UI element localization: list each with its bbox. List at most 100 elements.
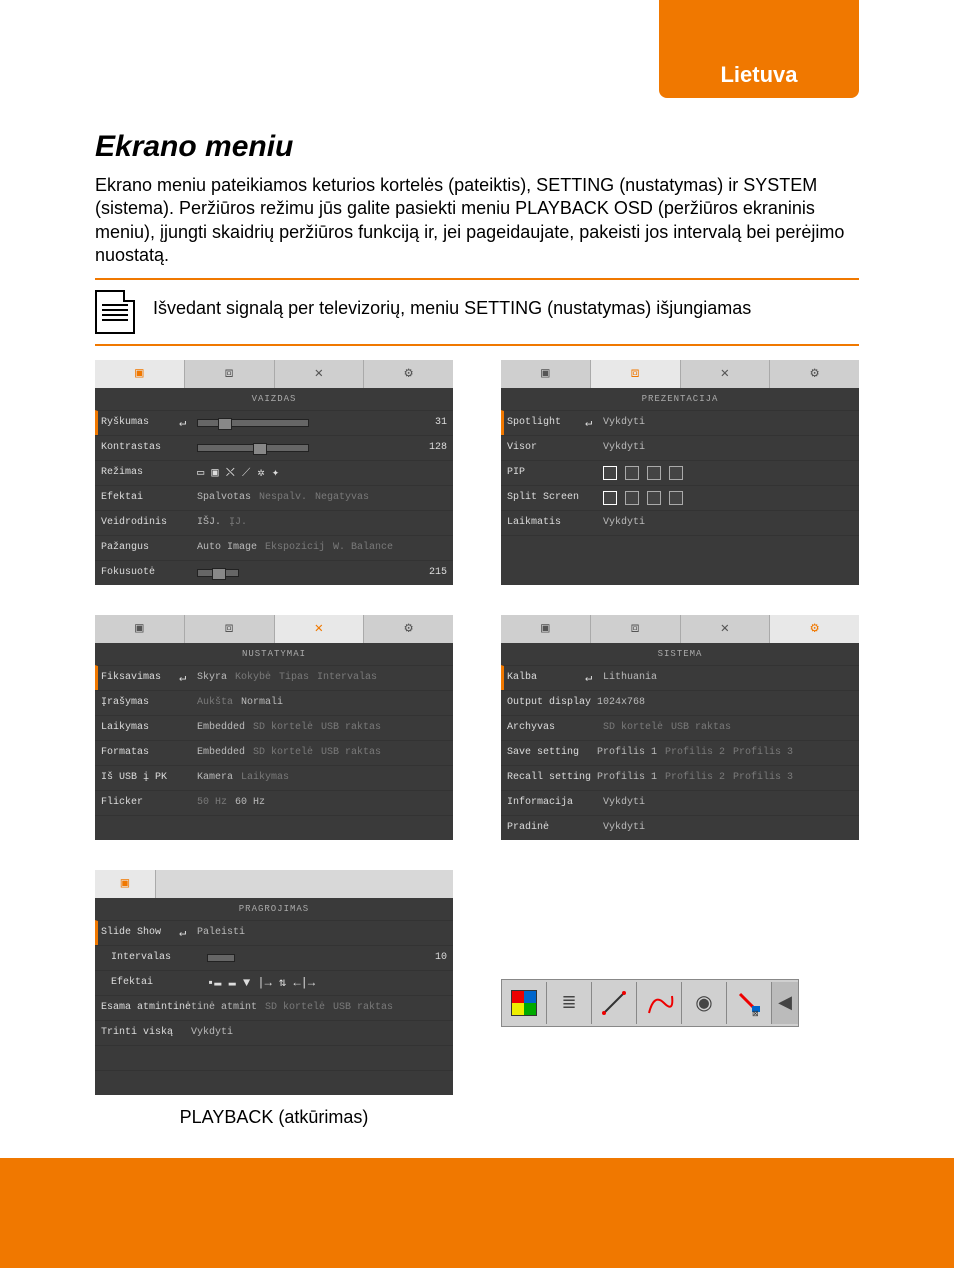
tools-icon: ✕	[315, 365, 323, 382]
tab-settings[interactable]: ✕	[681, 615, 771, 643]
tabbar: ▣ ⧈ ✕ ⚙	[501, 615, 859, 643]
presentation-icon: ⧈	[225, 366, 234, 382]
row-visor[interactable]: VisorVykdyti	[501, 435, 859, 460]
presentation-icon: ⧈	[631, 621, 640, 637]
row-info[interactable]: InformacijaVykdyti	[501, 790, 859, 815]
row-record[interactable]: ĮrašymasAukštaNormali	[95, 690, 453, 715]
tab-playback[interactable]: ▣	[95, 870, 156, 898]
tab-system[interactable]: ⚙	[770, 360, 859, 388]
tab-system[interactable]: ⚙	[364, 360, 453, 388]
row-brightness[interactable]: Ryškumas↵31	[95, 410, 453, 435]
row-slideshow[interactable]: Slide Show↵Paleisti	[95, 920, 453, 945]
tab-system[interactable]: ⚙	[770, 615, 859, 643]
row-effects[interactable]: Efektai▪▬ ▬ ▼ |→ ⇅ ←|→	[95, 970, 453, 995]
panel-pragrojimas: ▣ PRAGROJIMAS Slide Show↵Paleisti Interv…	[95, 870, 453, 1095]
row-mirror[interactable]: VeidrodinisIŠJ.ĮJ.	[95, 510, 453, 535]
tool-eraser[interactable]: ⊠	[727, 982, 772, 1024]
tab-presentation[interactable]: ⧈	[185, 615, 275, 643]
slider[interactable]	[197, 444, 309, 452]
tab-settings[interactable]: ✕	[275, 615, 365, 643]
panel-sistema: ▣ ⧈ ✕ ⚙ SISTEMA Kalba↵Lithuania Output d…	[501, 615, 859, 840]
slider[interactable]	[197, 569, 239, 577]
row-mode[interactable]: Režimas▭ ▣ ⛌ ⟋ ✲ ✦	[95, 460, 453, 485]
row-pip[interactable]: PIP	[501, 460, 859, 485]
tab-title: PRAGROJIMAS	[95, 898, 453, 920]
row-splitscreen[interactable]: Split Screen	[501, 485, 859, 510]
gear-icon: ⚙	[810, 620, 818, 637]
annotation-toolbar: ≣ ◉ ⊠ ◀	[501, 979, 799, 1027]
row-recall-setting[interactable]: Recall settingProfilis 1Profilis 2Profil…	[501, 765, 859, 790]
tab-settings[interactable]: ✕	[275, 360, 365, 388]
tools-icon: ✕	[315, 620, 323, 637]
tab-title: PREZENTACIJA	[501, 388, 859, 410]
transition-icons: ▪▬ ▬ ▼ |→ ⇅ ←|→	[207, 975, 447, 990]
row-contrast[interactable]: Kontrastas128	[95, 435, 453, 460]
tool-curve[interactable]	[637, 982, 682, 1024]
tabbar: ▣ ⧈ ✕ ⚙	[501, 360, 859, 388]
tool-color-grid[interactable]	[502, 982, 547, 1024]
slider[interactable]	[197, 419, 309, 427]
divider	[95, 278, 859, 280]
tab-image[interactable]: ▣	[501, 615, 591, 643]
image-icon: ▣	[135, 620, 143, 637]
tab-blank	[156, 870, 453, 898]
row-archive[interactable]: ArchyvasSD kortelėUSB raktas	[501, 715, 859, 740]
mode-icons: ▭ ▣ ⛌ ⟋ ✲ ✦	[197, 465, 447, 480]
tabbar: ▣ ⧈ ✕ ⚙	[95, 615, 453, 643]
tool-camera[interactable]: ◉	[682, 982, 727, 1024]
list-icon: ≣	[561, 992, 576, 1013]
tab-presentation[interactable]: ⧈	[185, 360, 275, 388]
tab-image[interactable]: ▣	[95, 615, 185, 643]
tab-system[interactable]: ⚙	[364, 615, 453, 643]
slider[interactable]	[207, 954, 235, 962]
row-focus[interactable]: Fokusuotė215	[95, 560, 453, 585]
panel-nustatymai: ▣ ⧈ ✕ ⚙ NUSTATYMAI Fiksavimas↵SkyraKokyb…	[95, 615, 453, 840]
row-flicker[interactable]: Flicker50 Hz60 Hz	[95, 790, 453, 815]
tool-list[interactable]: ≣	[547, 982, 592, 1024]
tab-presentation[interactable]: ⧈	[591, 615, 681, 643]
tab-image[interactable]: ▣	[95, 360, 185, 388]
tool-collapse[interactable]: ◀	[772, 982, 798, 1024]
row-storage[interactable]: LaikymasEmbeddedSD kortelėUSB raktas	[95, 715, 453, 740]
note-text: Išvedant signalą per televizorių, meniu …	[153, 297, 859, 320]
image-icon: ▣	[135, 365, 143, 382]
panel-vaizdas: ▣ ⧈ ✕ ⚙ VAIZDAS Ryškumas↵31 Kontrastas12…	[95, 360, 453, 585]
svg-text:⊠: ⊠	[752, 1009, 759, 1018]
row-output-display[interactable]: Output display1024x768	[501, 690, 859, 715]
camera-icon: ◉	[695, 990, 712, 1015]
row-language[interactable]: Kalba↵Lithuania	[501, 665, 859, 690]
row-interval[interactable]: Intervalas10	[95, 945, 453, 970]
panel-prezentacija: ▣ ⧈ ✕ ⚙ PREZENTACIJA Spotlight↵Vykdyti V…	[501, 360, 859, 585]
tool-line[interactable]	[592, 982, 637, 1024]
presentation-icon: ⧈	[631, 366, 640, 382]
row-current-storage[interactable]: Esama atmintinėtinė atmintSD kortelėUSB …	[95, 995, 453, 1020]
row-effects[interactable]: EfektaiSpalvotasNespalv.Negatyvas	[95, 485, 453, 510]
tab-image[interactable]: ▣	[501, 360, 591, 388]
row-advanced[interactable]: PažangusAuto ImageEkspozicijW. Balance	[95, 535, 453, 560]
line-icon	[599, 988, 629, 1018]
tab-presentation[interactable]: ⧈	[591, 360, 681, 388]
note-document-icon	[95, 290, 135, 334]
panel-caption: PLAYBACK (atkūrimas)	[95, 1107, 453, 1128]
row-spotlight[interactable]: Spotlight↵Vykdyti	[501, 410, 859, 435]
playback-icon: ▣	[121, 875, 129, 892]
row-delete-all[interactable]: Trinti viskąVykdyti	[95, 1020, 453, 1045]
divider	[95, 344, 859, 346]
footer-bar	[0, 1158, 954, 1268]
row-timer[interactable]: LaikmatisVykdyti	[501, 510, 859, 535]
collapse-icon: ◀	[778, 992, 792, 1013]
image-icon: ▣	[541, 620, 549, 637]
row-default[interactable]: PradinėVykdyti	[501, 815, 859, 840]
row-usb-pc[interactable]: Iš USB į PKKameraLaikymas	[95, 765, 453, 790]
gear-icon: ⚙	[810, 365, 818, 382]
presentation-icon: ⧈	[225, 621, 234, 637]
row-save-setting[interactable]: Save settingProfilis 1Profilis 2Profilis…	[501, 740, 859, 765]
row-capture[interactable]: Fiksavimas↵SkyraKokybėTipasIntervalas	[95, 665, 453, 690]
tab-title: VAIZDAS	[95, 388, 453, 410]
tabbar: ▣ ⧈ ✕ ⚙	[95, 360, 453, 388]
color-grid-icon	[511, 990, 537, 1016]
tab-title: SISTEMA	[501, 643, 859, 665]
tab-title: NUSTATYMAI	[95, 643, 453, 665]
tab-settings[interactable]: ✕	[681, 360, 771, 388]
row-format[interactable]: FormatasEmbeddedSD kortelėUSB raktas	[95, 740, 453, 765]
